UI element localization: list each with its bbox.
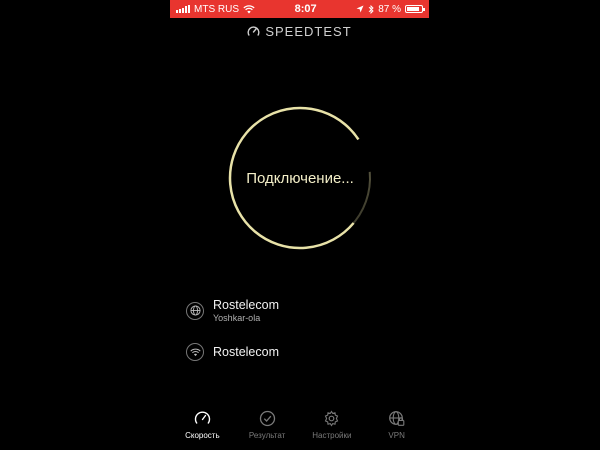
tab-results[interactable]: Результат xyxy=(237,410,297,440)
location-icon xyxy=(356,5,364,13)
server-name: Rostelecom xyxy=(213,298,279,312)
screen: MTS RUS 8:07 87 % SPEEDTEST Подключение.… xyxy=(0,0,600,450)
globe-icon xyxy=(186,301,204,320)
battery-icon xyxy=(404,5,425,13)
phone-screen: MTS RUS 8:07 87 % SPEEDTEST Подключение.… xyxy=(170,0,429,450)
bottom-tab-bar: Скорость Результат Настройки VPN xyxy=(170,410,429,450)
globe-lock-icon xyxy=(389,411,405,426)
status-bar: MTS RUS 8:07 87 % xyxy=(170,0,429,18)
network-provider-row[interactable]: Rostelecom xyxy=(186,343,279,361)
tab-speed-label: Скорость xyxy=(185,431,220,440)
tab-vpn-label: VPN xyxy=(388,431,405,440)
status-time: 8:07 xyxy=(294,3,317,15)
network-provider-text: Rostelecom xyxy=(213,345,279,359)
server-provider-row[interactable]: Rostelecom Yoshkar-ola xyxy=(186,298,279,323)
status-left: MTS RUS xyxy=(176,4,255,15)
status-right: 87 % xyxy=(356,3,425,15)
server-provider-text: Rostelecom Yoshkar-ola xyxy=(213,298,279,323)
bluetooth-icon xyxy=(368,4,374,14)
connection-status-text: Подключение... xyxy=(246,169,354,187)
server-location: Yoshkar-ola xyxy=(213,313,261,323)
network-name: Rostelecom xyxy=(213,345,279,359)
gear-icon xyxy=(325,410,339,427)
connection-gauge: Подключение... xyxy=(225,103,375,253)
check-circle-icon xyxy=(259,410,275,427)
wifi-status-icon xyxy=(243,4,255,13)
app-header: SPEEDTEST xyxy=(170,24,429,39)
speedometer-icon xyxy=(194,411,211,424)
battery-level-fill xyxy=(406,7,420,11)
tab-vpn[interactable]: VPN xyxy=(367,410,427,440)
cellular-signal-icon xyxy=(176,5,190,13)
app-title: SPEEDTEST xyxy=(265,24,352,39)
battery-percent: 87 % xyxy=(378,3,401,15)
speedometer-icon xyxy=(247,26,260,36)
tab-settings-label: Настройки xyxy=(312,431,352,440)
tab-results-label: Результат xyxy=(248,431,286,440)
carrier-name: MTS RUS xyxy=(194,3,239,15)
wifi-icon xyxy=(186,343,204,361)
tab-settings[interactable]: Настройки xyxy=(302,410,362,440)
tab-speed[interactable]: Скорость xyxy=(172,410,232,440)
